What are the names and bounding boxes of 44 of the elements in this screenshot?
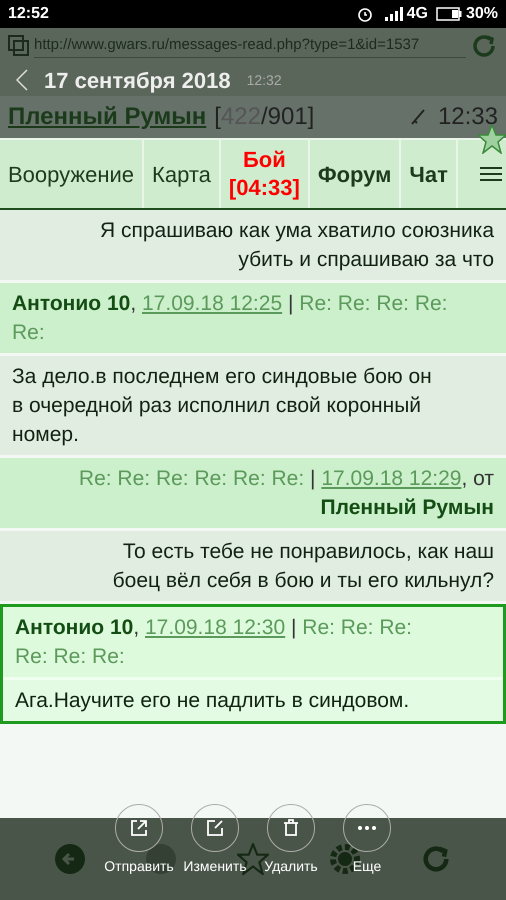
subject-text: Re: Re: Re: [15,645,125,668]
comma: , [130,292,136,315]
subject-text: Re: Re: Re: Re: [299,292,448,315]
action-button[interactable]: Еще [334,804,400,877]
subject-text: Re: Re: Re: [302,616,412,639]
edit-icon [205,818,225,838]
action-button[interactable]: Изменить [182,804,248,877]
signal-icon [384,7,403,21]
message-text: Я спрашиваю как ума хватило союзника убить и спрашиваю за что [0,210,506,280]
back-chevron-icon[interactable] [16,69,28,91]
tabs-icon[interactable] [8,35,30,57]
nav-tab[interactable]: Форум [310,140,400,208]
selected-message-card[interactable]: Антонио 10, 17.09.18 12:30 | Re: Re: Re: Re: Re: Re: Ага.Научите его не падлить в синдовом. [0,604,506,724]
star-icon[interactable] [478,124,506,154]
author-name: Антонио 10 [15,616,134,639]
subject-text: Re: [12,321,45,344]
network-label: 4G [406,4,428,24]
nav-tab[interactable]: Вооружение [0,140,142,208]
separator: | [288,292,294,315]
separator: | [290,616,296,639]
comma: , [461,467,468,490]
server-time: 12:33 [438,102,498,132]
message-text: За дело.в последнем его синдовые бою он в очередной раз исполнил свой коронный номер. [0,356,506,455]
comma: , [133,616,140,639]
menu-icon[interactable] [480,165,502,183]
battery-label: 30% [466,4,498,24]
share-icon [129,818,149,838]
action-button[interactable]: Удалить [258,804,324,877]
nav-tab[interactable]: Карта [144,140,219,208]
subject-text: Re: Re: Re: Re: Re: Re: [78,467,304,490]
separator: | [310,467,316,490]
alarm-icon [356,6,373,22]
more-icon [357,825,377,831]
message-text: Ага.Научите его не падлить в синдовом. [3,680,503,721]
overlay-time: 12:32 [246,70,282,90]
date-title: 17 сентября 2018 [44,66,231,95]
from-label: от [473,467,494,490]
battery-icon [436,7,462,21]
author-name: Антонио 10 [12,292,130,315]
nav-tab[interactable]: Чат [401,140,456,208]
author-name: Пленный Румын [320,496,494,519]
clock: 12:52 [8,4,49,24]
action-button[interactable]: Отправить [106,804,172,877]
message-text: То есть тебе не понравилось, как наш боец вёл себя в бою и ты его кильнул? [0,531,506,601]
